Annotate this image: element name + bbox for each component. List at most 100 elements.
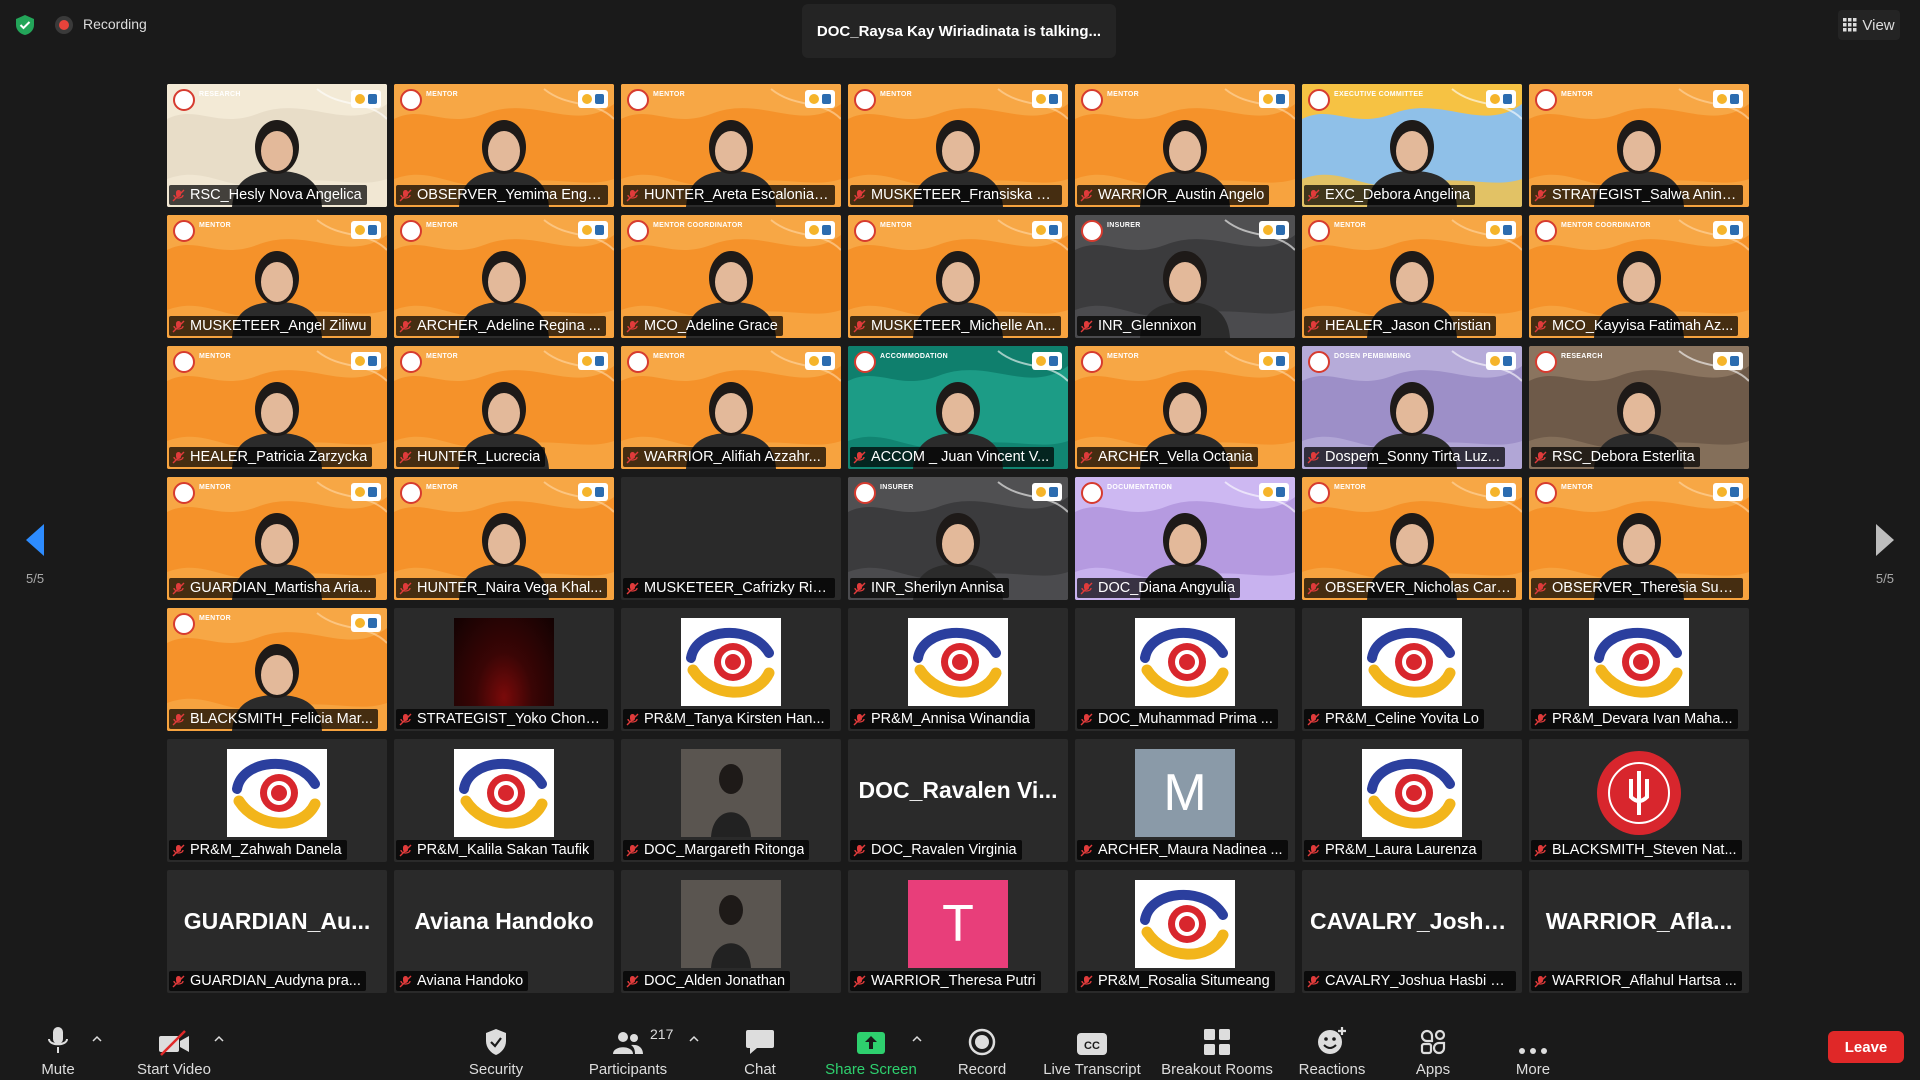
- participant-name: MUSKETEER_Angel Ziliwu: [190, 318, 367, 334]
- participant-tile[interactable]: DOC_Ravalen Vi... DOC_Ravalen Virginia: [848, 739, 1068, 862]
- participant-tile[interactable]: INSURER INR_Sherilyn Annisa: [848, 477, 1068, 600]
- mute-button[interactable]: Mute: [8, 1024, 108, 1078]
- participant-tile[interactable]: MENTOR HUNTER_Naira Vega Khal...: [394, 477, 614, 600]
- participant-tile[interactable]: MUSKETEER_Cafrizky Riz...: [621, 477, 841, 600]
- mute-label: Mute: [41, 1061, 75, 1078]
- sponsor-logo-icon: [1259, 483, 1289, 501]
- participant-tile[interactable]: DOSEN PEMBIMBING Dospem_Sonny Tirta Luz..…: [1302, 346, 1522, 469]
- apps-button[interactable]: Apps: [1383, 1024, 1483, 1078]
- participant-tile[interactable]: T WARRIOR_Theresa Putri: [848, 870, 1068, 993]
- reactions-button[interactable]: Reactions: [1282, 1024, 1382, 1078]
- chat-button[interactable]: Chat: [710, 1024, 810, 1078]
- live-transcript-button[interactable]: CC Live Transcript: [1042, 1024, 1142, 1078]
- muted-microphone-icon: [1534, 975, 1547, 987]
- participant-tile[interactable]: PR&M_Devara Ivan Maha...: [1529, 608, 1749, 731]
- previous-page-arrow-icon[interactable]: [22, 520, 46, 560]
- participant-name: PR&M_Zahwah Danela: [190, 842, 342, 858]
- breakout-rooms-label: Breakout Rooms: [1161, 1061, 1273, 1078]
- participant-tile[interactable]: MENTOR COORDINATOR MCO_Kayyisa Fatimah Az…: [1529, 215, 1749, 338]
- participant-tile[interactable]: MENTOR COORDINATOR MCO_Adeline Grace: [621, 215, 841, 338]
- share-screen-button[interactable]: Share Screen: [821, 1024, 921, 1078]
- participant-tile[interactable]: MENTOR BLACKSMITH_Felicia Mar...: [167, 608, 387, 731]
- participant-tile[interactable]: MENTOR HEALER_Patricia Zarzycka: [167, 346, 387, 469]
- sponsor-logo-icon: [805, 90, 835, 108]
- muted-microphone-icon: [1080, 713, 1093, 725]
- participant-tile[interactable]: MENTOR WARRIOR_Austin Angelo: [1075, 84, 1295, 207]
- muted-microphone-icon: [626, 975, 639, 987]
- participant-tile[interactable]: MENTOR MUSKETEER_Angel Ziliwu: [167, 215, 387, 338]
- participant-name: STRATEGIST_Salwa Anind...: [1552, 187, 1738, 203]
- participant-tile[interactable]: MENTOR STRATEGIST_Salwa Anind...: [1529, 84, 1749, 207]
- participant-tile[interactable]: DOCUMENTATION DOC_Diana Angyulia: [1075, 477, 1295, 600]
- muted-microphone-icon: [1307, 713, 1320, 725]
- participant-tile[interactable]: INSURER INR_Glennixon: [1075, 215, 1295, 338]
- participant-tile[interactable]: MENTOR ARCHER_Vella Octania: [1075, 346, 1295, 469]
- more-button[interactable]: More: [1483, 1024, 1583, 1078]
- participant-tile[interactable]: BLACKSMITH_Steven Nat...: [1529, 739, 1749, 862]
- participant-nameplate: RSC_Debora Esterlita: [1531, 447, 1700, 467]
- participant-tile[interactable]: MENTOR ARCHER_Adeline Regina ...: [394, 215, 614, 338]
- participant-tile[interactable]: PR&M_Laura Laurenza: [1302, 739, 1522, 862]
- view-button[interactable]: View: [1838, 10, 1900, 40]
- more-label: More: [1515, 1061, 1551, 1078]
- share-options-chevron-icon[interactable]: [912, 1034, 922, 1044]
- participant-tile[interactable]: PR&M_Celine Yovita Lo: [1302, 608, 1522, 731]
- encryption-shield-icon[interactable]: [14, 14, 36, 36]
- participant-tile[interactable]: PR&M_Kalila Sakan Taufik: [394, 739, 614, 862]
- muted-microphone-icon: [853, 451, 866, 463]
- audio-options-chevron-icon[interactable]: [92, 1034, 102, 1044]
- video-options-chevron-icon[interactable]: [214, 1034, 224, 1044]
- role-tag: MENTOR COORDINATOR: [653, 222, 743, 229]
- muted-microphone-icon: [1080, 451, 1093, 463]
- security-button[interactable]: Security: [446, 1024, 546, 1078]
- participant-tile[interactable]: MENTOR HEALER_Jason Christian: [1302, 215, 1522, 338]
- participant-tile[interactable]: MENTOR HUNTER_Areta Escalonia ...: [621, 84, 841, 207]
- participant-tile[interactable]: PR&M_Zahwah Danela: [167, 739, 387, 862]
- participant-tile[interactable]: GUARDIAN_Au... GUARDIAN_Audyna pra...: [167, 870, 387, 993]
- participant-name: PR&M_Tanya Kirsten Han...: [644, 711, 825, 727]
- participant-tile[interactable]: CAVALRY_Joshu... CAVALRY_Joshua Hasbi S..…: [1302, 870, 1522, 993]
- participant-tile[interactable]: PR&M_Tanya Kirsten Han...: [621, 608, 841, 731]
- participants-options-chevron-icon[interactable]: [689, 1034, 699, 1044]
- next-page-arrow-icon[interactable]: [1874, 520, 1898, 560]
- breakout-rooms-button[interactable]: Breakout Rooms: [1161, 1024, 1273, 1078]
- participant-tile[interactable]: RESEARCH RSC_Hesly Nova Angelica: [167, 84, 387, 207]
- participant-tile[interactable]: DOC_Muhammad Prima ...: [1075, 608, 1295, 731]
- event-badge-icon: [173, 482, 195, 504]
- participants-icon: [613, 1032, 643, 1054]
- participant-tile[interactable]: DOC_Alden Jonathan: [621, 870, 841, 993]
- muted-microphone-icon: [626, 451, 639, 463]
- participant-tile[interactable]: STRATEGIST_Yoko Chond...: [394, 608, 614, 731]
- participant-tile[interactable]: ACCOMMODATION ACCOM _ Juan Vincent V...: [848, 346, 1068, 469]
- participant-nameplate: MCO_Adeline Grace: [623, 316, 783, 336]
- participant-name: ARCHER_Adeline Regina ...: [417, 318, 601, 334]
- participant-tile[interactable]: MENTOR MUSKETEER_Michelle An...: [848, 215, 1068, 338]
- participant-nameplate: MUSKETEER_Cafrizky Riz...: [623, 578, 835, 598]
- record-button[interactable]: Record: [932, 1024, 1032, 1078]
- participant-tile[interactable]: Aviana Handoko Aviana Handoko: [394, 870, 614, 993]
- participant-tile[interactable]: WARRIOR_Afla... WARRIOR_Aflahul Hartsa ..…: [1529, 870, 1749, 993]
- participant-tile[interactable]: PR&M_Annisa Winandia: [848, 608, 1068, 731]
- participant-tile[interactable]: RESEARCH RSC_Debora Esterlita: [1529, 346, 1749, 469]
- participant-tile[interactable]: EXECUTIVE COMMITTEE EXC_Debora Angelina: [1302, 84, 1522, 207]
- participant-tile[interactable]: MENTOR MUSKETEER_Fransiska Sz...: [848, 84, 1068, 207]
- share-screen-arrow-icon: [857, 1032, 885, 1054]
- participant-tile[interactable]: MENTOR OBSERVER_Yemima Engk...: [394, 84, 614, 207]
- participant-tile[interactable]: M ARCHER_Maura Nadinea ...: [1075, 739, 1295, 862]
- muted-microphone-icon: [853, 713, 866, 725]
- participant-tile[interactable]: MENTOR GUARDIAN_Martisha Aria...: [167, 477, 387, 600]
- participant-nameplate: PR&M_Annisa Winandia: [850, 709, 1035, 729]
- participant-tile[interactable]: DOC_Margareth Ritonga: [621, 739, 841, 862]
- participant-tile[interactable]: MENTOR WARRIOR_Alifiah Azzahr...: [621, 346, 841, 469]
- participant-tile[interactable]: MENTOR OBSERVER_Nicholas Carl...: [1302, 477, 1522, 600]
- muted-microphone-icon: [853, 844, 866, 856]
- start-video-button[interactable]: Start Video: [124, 1024, 224, 1078]
- profile-picture: [227, 749, 327, 837]
- participant-tile[interactable]: PR&M_Rosalia Situmeang: [1075, 870, 1295, 993]
- grid-view-icon: [1843, 18, 1857, 32]
- participant-tile[interactable]: MENTOR OBSERVER_Theresia Susa...: [1529, 477, 1749, 600]
- event-badge-icon: [1535, 89, 1557, 111]
- role-tag: MENTOR: [1334, 484, 1367, 491]
- leave-button[interactable]: Leave: [1828, 1031, 1904, 1063]
- participant-tile[interactable]: MENTOR HUNTER_Lucrecia: [394, 346, 614, 469]
